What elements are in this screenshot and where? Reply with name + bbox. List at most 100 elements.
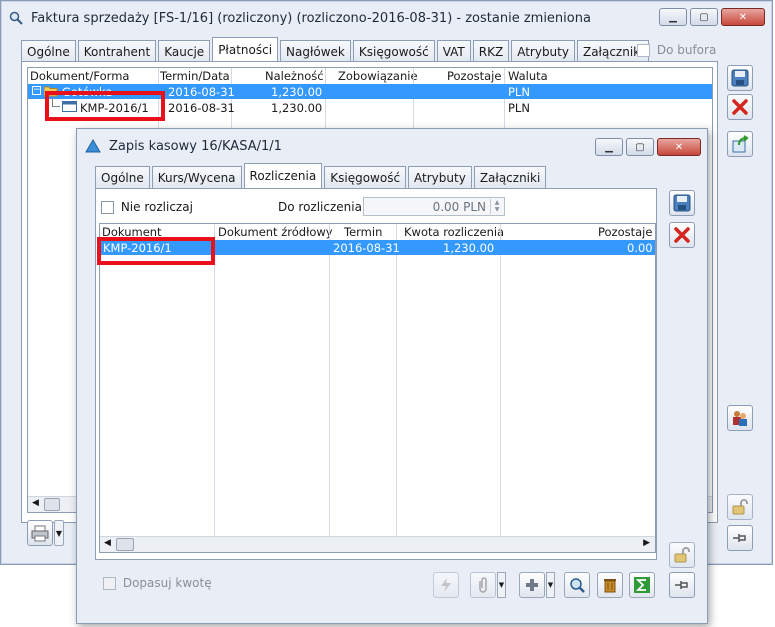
highlight-box-outer <box>45 91 165 121</box>
attach-dropdown[interactable]: ▼ <box>497 572 506 598</box>
inner-tabs: Ogólne Kurs/Wycena Rozliczenia Księgowoś… <box>95 163 548 188</box>
pin-icon <box>733 534 746 542</box>
contractor-button[interactable] <box>727 405 753 431</box>
print-button[interactable] <box>27 520 53 546</box>
tab-ogolne[interactable]: Ogólne <box>95 166 150 188</box>
scroll-right-icon[interactable]: ▶ <box>643 538 650 548</box>
row-currency: PLN <box>508 101 530 115</box>
row-due: 1,230.00 <box>271 85 323 99</box>
print-dropdown[interactable]: ▼ <box>54 520 64 546</box>
tab-zalaczniki[interactable]: Załączniki <box>473 166 547 188</box>
add-button[interactable] <box>519 572 545 598</box>
pin-button[interactable] <box>669 572 695 598</box>
minimize-button[interactable]: ▁ <box>659 8 687 26</box>
maximize-button[interactable]: ▢ <box>690 8 718 26</box>
tab-kaucje[interactable]: Kaucje <box>158 40 211 62</box>
col-waluta[interactable]: Waluta <box>508 69 548 83</box>
floppy-disk-icon <box>673 194 691 212</box>
dopasuj-kwote-checkbox[interactable]: Dopasuj kwotę <box>103 576 212 590</box>
delete-button[interactable] <box>597 572 623 598</box>
inner-window: Zapis kasowy 16/KASA/1/1 ▁ ▢ ✕ Ogólne Ku… <box>76 128 708 624</box>
cash-register-icon <box>85 139 101 153</box>
tab-kontrahent[interactable]: Kontrahent <box>77 40 157 62</box>
nie-rozliczaj-box[interactable] <box>101 201 114 214</box>
do-bufora-checkbox[interactable]: Do bufora <box>637 43 716 57</box>
minimize-button[interactable]: ▁ <box>595 138 623 156</box>
col-pozostaje[interactable]: Pozostaje <box>598 225 652 239</box>
col-termin[interactable]: Termin <box>344 225 382 239</box>
tab-rozliczenia[interactable]: Rozliczenia <box>243 163 323 188</box>
tab-ogolne[interactable]: Ogólne <box>21 40 76 62</box>
do-bufora-box[interactable] <box>637 44 650 57</box>
outer-titlebar: Faktura sprzedaży [FS-1/16] (rozliczony)… <box>1 1 772 35</box>
row-date: 2016-08-31 <box>333 241 400 255</box>
inner-horizontal-scrollbar[interactable]: ◀ ▶ <box>100 536 655 552</box>
scroll-thumb[interactable] <box>44 498 60 511</box>
clip-icon <box>479 577 487 593</box>
outer-caption-buttons: ▁ ▢ ✕ <box>659 8 765 26</box>
tab-ksiegowosc[interactable]: Księgowość <box>352 40 435 62</box>
tab-rkz[interactable]: RKZ <box>472 40 510 62</box>
magnifier-icon <box>570 578 585 593</box>
save-button[interactable] <box>669 190 695 216</box>
unlock-button[interactable] <box>669 542 695 568</box>
pin-button[interactable] <box>727 525 753 551</box>
cancel-button[interactable] <box>727 94 753 120</box>
scroll-left-icon[interactable]: ◀ <box>32 498 39 508</box>
export-button[interactable] <box>727 131 753 157</box>
col-dokument-zrodlowy[interactable]: Dokument źródłowy <box>218 225 333 239</box>
col-zobowiazanie[interactable]: Zobowiązanie <box>338 69 418 83</box>
scroll-thumb[interactable] <box>116 538 134 551</box>
pin-icon <box>675 581 688 589</box>
close-button[interactable]: ✕ <box>657 138 701 156</box>
padlock-open-icon <box>674 547 690 563</box>
do-rozliczenia-label: Do rozliczenia: <box>278 200 366 214</box>
red-x-icon <box>674 227 690 243</box>
people-icon <box>733 411 747 426</box>
col-termin-data[interactable]: Termin/Data <box>160 69 230 83</box>
nie-rozliczaj-label: Nie rozliczaj <box>120 200 193 214</box>
col-pozostaje[interactable]: Pozostaje <box>447 69 501 83</box>
tab-naglowek[interactable]: Nagłówek <box>280 40 351 62</box>
dopasuj-kwote-box[interactable] <box>103 577 116 590</box>
unlock-button[interactable] <box>727 494 753 520</box>
tab-ksiegowosc[interactable]: Księgowość <box>324 166 407 188</box>
lightning-button[interactable] <box>433 572 459 598</box>
inner-settlements-grid: Dokument Dokument źródłowy Termin Kwota … <box>99 223 656 553</box>
printer-icon <box>31 525 49 542</box>
tab-atrybuty[interactable]: Atrybuty <box>511 40 575 62</box>
tab-vat[interactable]: VAT <box>436 40 471 62</box>
export-arrow-icon <box>732 135 749 153</box>
tab-platnosci[interactable]: Płatności <box>212 37 279 62</box>
col-naleznosc[interactable]: Należność <box>265 69 324 83</box>
cancel-button[interactable] <box>669 222 695 248</box>
attach-button[interactable] <box>470 572 496 598</box>
do-rozliczenia-field[interactable]: 0.00 PLN ▲ ▼ <box>363 197 505 216</box>
preview-button[interactable] <box>564 572 590 598</box>
row-currency: PLN <box>508 85 530 99</box>
tree-collapse-icon[interactable]: − <box>32 86 41 95</box>
outer-tabs: Ogólne Kontrahent Kaucje Płatności Nagłó… <box>21 37 651 62</box>
plus-icon <box>526 579 538 591</box>
spinner-icon[interactable]: ▲ ▼ <box>490 199 503 214</box>
col-dokument-forma[interactable]: Dokument/Forma <box>30 69 129 83</box>
do-rozliczenia-value: 0.00 PLN <box>432 200 486 214</box>
tab-atrybuty[interactable]: Atrybuty <box>408 166 472 188</box>
maximize-button[interactable]: ▢ <box>626 138 654 156</box>
sigma-icon <box>634 577 650 593</box>
add-dropdown[interactable]: ▼ <box>546 572 555 598</box>
row-due: 1,230.00 <box>271 101 323 115</box>
row-date: 2016-08-31 <box>168 85 235 99</box>
col-kwota-rozliczenia[interactable]: Kwota rozliczenia <box>404 225 504 239</box>
row-left: 0.00 <box>627 241 653 255</box>
dopasuj-kwote-label: Dopasuj kwotę <box>122 576 212 590</box>
inner-window-title: Zapis kasowy 16/KASA/1/1 <box>109 138 282 154</box>
save-button[interactable] <box>727 65 753 91</box>
close-button[interactable]: ✕ <box>721 8 765 26</box>
do-bufora-label: Do bufora <box>656 43 717 57</box>
nie-rozliczaj-checkbox[interactable]: Nie rozliczaj <box>101 200 193 214</box>
tab-kurs-wycena[interactable]: Kurs/Wycena <box>151 166 242 188</box>
scroll-left-icon[interactable]: ◀ <box>104 538 111 548</box>
sum-button[interactable] <box>629 572 655 598</box>
row-date: 2016-08-31 <box>168 101 235 115</box>
